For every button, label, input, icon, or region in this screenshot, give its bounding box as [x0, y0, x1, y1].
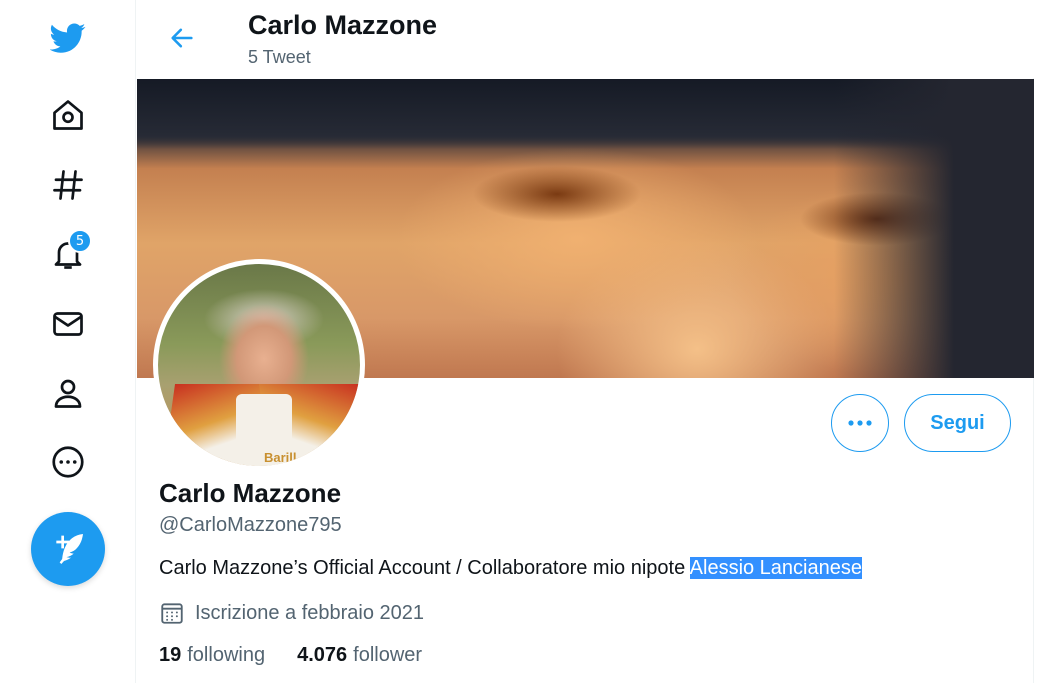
- join-date: Iscrizione a febbraio 2021: [159, 600, 424, 626]
- join-date-text: Iscrizione a febbraio 2021: [195, 601, 425, 624]
- bio-text: Carlo Mazzone’s Official Account / Colla…: [159, 557, 690, 579]
- messages-mail-icon[interactable]: [40, 296, 96, 352]
- follow-button[interactable]: Segui: [904, 394, 1011, 452]
- bio-selected-link[interactable]: Alessio Lancianese: [689, 557, 862, 579]
- compose-tweet-button[interactable]: [31, 512, 105, 586]
- more-options-button[interactable]: [831, 394, 889, 452]
- sidebar-nav: 5: [0, 0, 135, 683]
- notifications-bell-icon[interactable]: 5: [40, 226, 96, 282]
- feather-plus-icon: [56, 534, 83, 564]
- profile-header-bar: Carlo Mazzone 5 Tweet: [136, 0, 1035, 78]
- twitter-logo-icon[interactable]: [40, 10, 96, 66]
- calendar-icon: [161, 603, 183, 624]
- following-label: following: [187, 644, 266, 666]
- follow-stats: 19 following 4.076 follower: [159, 644, 454, 667]
- profile-column: Carlo Mazzone 5 Tweet Barill Segui Carlo…: [135, 0, 1035, 683]
- profile-display-name: Carlo Mazzone: [159, 478, 342, 508]
- notifications-badge: 5: [68, 229, 92, 253]
- profile-bio: Carlo Mazzone’s Official Account / Colla…: [159, 557, 862, 580]
- followers-link[interactable]: 4.076 follower: [297, 644, 422, 667]
- explore-hashtag-icon[interactable]: [40, 157, 96, 213]
- profile-person-icon[interactable]: [40, 365, 96, 421]
- header-title: Carlo Mazzone: [248, 10, 438, 40]
- following-count: 19: [159, 644, 182, 666]
- avatar[interactable]: Barill: [153, 259, 365, 471]
- profile-handle: @CarloMazzone795: [159, 514, 342, 536]
- back-button[interactable]: [162, 18, 202, 58]
- ellipsis-icon: [848, 420, 872, 426]
- more-options-circle-icon[interactable]: [40, 434, 96, 490]
- following-link[interactable]: 19 following: [159, 644, 265, 667]
- header-tweet-count: 5 Tweet: [248, 47, 311, 67]
- follower-count: 4.076: [297, 644, 348, 666]
- back-arrow-icon: [171, 28, 193, 48]
- home-icon[interactable]: [40, 87, 96, 143]
- follower-label: follower: [353, 644, 423, 666]
- avatar-jacket-text: Barill: [264, 450, 297, 465]
